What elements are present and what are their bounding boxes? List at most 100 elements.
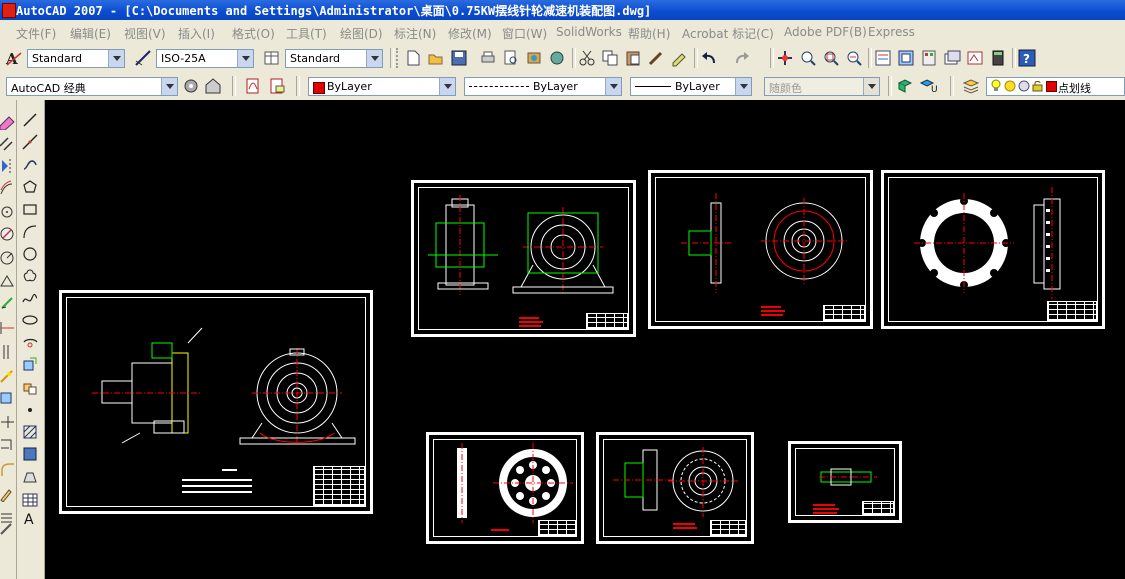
menu-express[interactable]: Express xyxy=(868,25,915,39)
text-style-select[interactable]: Standard xyxy=(27,49,125,68)
line-icon[interactable] xyxy=(22,112,38,128)
dimension-style-icon[interactable] xyxy=(134,49,152,67)
circle-icon[interactable] xyxy=(22,246,38,262)
ellipse-icon[interactable] xyxy=(22,312,38,328)
save-workspace-icon[interactable] xyxy=(204,77,222,95)
construction-line-icon[interactable] xyxy=(22,134,38,150)
menu-view[interactable]: 视图(V) xyxy=(124,25,166,42)
layer-on-lightbulb-icon[interactable] xyxy=(991,79,1001,93)
layer-previous-icon[interactable]: U xyxy=(918,77,938,95)
menu-modify[interactable]: 修改(M) xyxy=(448,25,492,42)
design-center-icon[interactable] xyxy=(897,49,915,67)
menu-edit[interactable]: 编辑(E) xyxy=(70,25,111,42)
menu-format[interactable]: 格式(O) xyxy=(232,25,275,42)
menu-file[interactable]: 文件(F) xyxy=(16,25,56,42)
properties-icon[interactable] xyxy=(874,49,892,67)
paste-icon[interactable] xyxy=(624,49,642,67)
make-object-layer-current-icon[interactable] xyxy=(896,77,914,95)
workspace-settings-icon[interactable] xyxy=(182,77,200,95)
text-style-icon[interactable]: A xyxy=(5,49,23,67)
menu-insert[interactable]: 插入(I) xyxy=(178,25,215,42)
chamfer-icon[interactable] xyxy=(0,438,16,454)
chevron-down-icon[interactable] xyxy=(439,78,455,95)
insert-block-icon[interactable] xyxy=(22,356,38,372)
polygon-icon[interactable] xyxy=(22,179,38,195)
fillet-icon[interactable] xyxy=(0,462,16,478)
layer-viewport-sun-icon[interactable] xyxy=(1018,80,1030,92)
table-style-icon[interactable] xyxy=(263,49,281,67)
copy-icon[interactable] xyxy=(601,49,619,67)
extend-icon[interactable] xyxy=(0,344,16,360)
array-icon[interactable] xyxy=(0,204,16,220)
rectangle-icon[interactable] xyxy=(22,201,38,217)
menu-window[interactable]: 窗口(W) xyxy=(502,25,547,42)
spline-icon[interactable] xyxy=(22,290,38,306)
join-icon[interactable] xyxy=(0,414,16,430)
modify-extra-icon[interactable] xyxy=(0,520,16,536)
break-icon[interactable] xyxy=(0,390,16,406)
workspace-select[interactable]: AutoCAD 经典 xyxy=(6,77,178,96)
block-editor-icon[interactable] xyxy=(670,49,688,67)
layer-properties-manager-icon[interactable] xyxy=(962,77,980,95)
offset-icon[interactable] xyxy=(0,180,16,196)
menu-dimension[interactable]: 标注(N) xyxy=(394,25,436,42)
menu-tools[interactable]: 工具(T) xyxy=(286,25,327,42)
save-icon[interactable] xyxy=(450,49,468,67)
plot-preview-icon[interactable] xyxy=(502,49,520,67)
layer-unlock-icon[interactable] xyxy=(1032,80,1044,92)
chevron-down-icon[interactable] xyxy=(161,78,177,95)
erase-icon[interactable] xyxy=(0,114,16,130)
polyline-icon[interactable] xyxy=(22,157,38,173)
break-at-point-icon[interactable] xyxy=(0,368,16,384)
open-icon[interactable] xyxy=(427,49,445,67)
new-icon[interactable] xyxy=(404,49,422,67)
chevron-down-icon[interactable] xyxy=(108,50,124,67)
drawing-area[interactable] xyxy=(45,100,1125,579)
pdf-convert-icon[interactable] xyxy=(244,77,262,95)
scale-icon[interactable] xyxy=(0,272,16,288)
ellipse-arc-icon[interactable] xyxy=(22,334,38,350)
trim-icon[interactable] xyxy=(0,320,16,336)
autocad-app-icon[interactable] xyxy=(2,3,16,18)
menu-help[interactable]: 帮助(H) xyxy=(628,25,670,42)
multiline-text-icon[interactable]: A xyxy=(22,510,38,526)
dimension-style-select[interactable]: ISO-25A xyxy=(156,49,254,68)
publish-icon[interactable] xyxy=(525,49,543,67)
undo-icon[interactable] xyxy=(700,49,718,67)
toolbar-grip[interactable] xyxy=(396,48,401,68)
mirror-icon[interactable] xyxy=(0,158,16,174)
table-style-select[interactable]: Standard xyxy=(285,49,383,68)
menu-draw[interactable]: 绘图(D) xyxy=(340,25,383,42)
cut-icon[interactable] xyxy=(578,49,596,67)
linetype-control-select[interactable]: ByLayer xyxy=(464,77,622,96)
lineweight-control-select[interactable]: ByLayer xyxy=(630,77,752,96)
chevron-down-icon[interactable] xyxy=(366,50,382,67)
menu-acrobat-markup[interactable]: Acrobat 标记(C) xyxy=(682,25,774,42)
3d-dwf-icon[interactable] xyxy=(548,49,566,67)
quickcalc-icon[interactable] xyxy=(989,49,1007,67)
move-icon[interactable] xyxy=(0,226,16,242)
match-properties-icon[interactable] xyxy=(647,49,665,67)
help-icon[interactable]: ? xyxy=(1018,49,1036,67)
zoom-realtime-icon[interactable] xyxy=(799,49,817,67)
pdf-email-icon[interactable] xyxy=(268,77,286,95)
table-icon[interactable] xyxy=(22,492,38,508)
hatch-icon[interactable] xyxy=(22,424,38,440)
menu-adobe-pdf[interactable]: Adobe PDF(B) xyxy=(784,25,867,39)
gradient-icon[interactable] xyxy=(22,446,38,462)
redo-icon[interactable] xyxy=(733,49,751,67)
rotate-icon[interactable] xyxy=(0,250,16,266)
point-icon[interactable] xyxy=(22,402,38,418)
arc-icon[interactable] xyxy=(22,224,38,240)
markup-set-manager-icon[interactable] xyxy=(966,49,984,67)
chevron-down-icon[interactable] xyxy=(605,78,621,95)
layer-thaw-sun-icon[interactable] xyxy=(1004,80,1016,92)
sheet-set-manager-icon[interactable] xyxy=(943,49,961,67)
chevron-down-icon[interactable] xyxy=(237,50,253,67)
region-icon[interactable] xyxy=(22,470,38,486)
pan-realtime-icon[interactable] xyxy=(776,49,794,67)
make-block-icon[interactable] xyxy=(22,380,38,396)
revision-cloud-icon[interactable] xyxy=(22,268,38,284)
stretch-icon[interactable] xyxy=(0,296,16,312)
copy-object-icon[interactable] xyxy=(0,136,16,152)
